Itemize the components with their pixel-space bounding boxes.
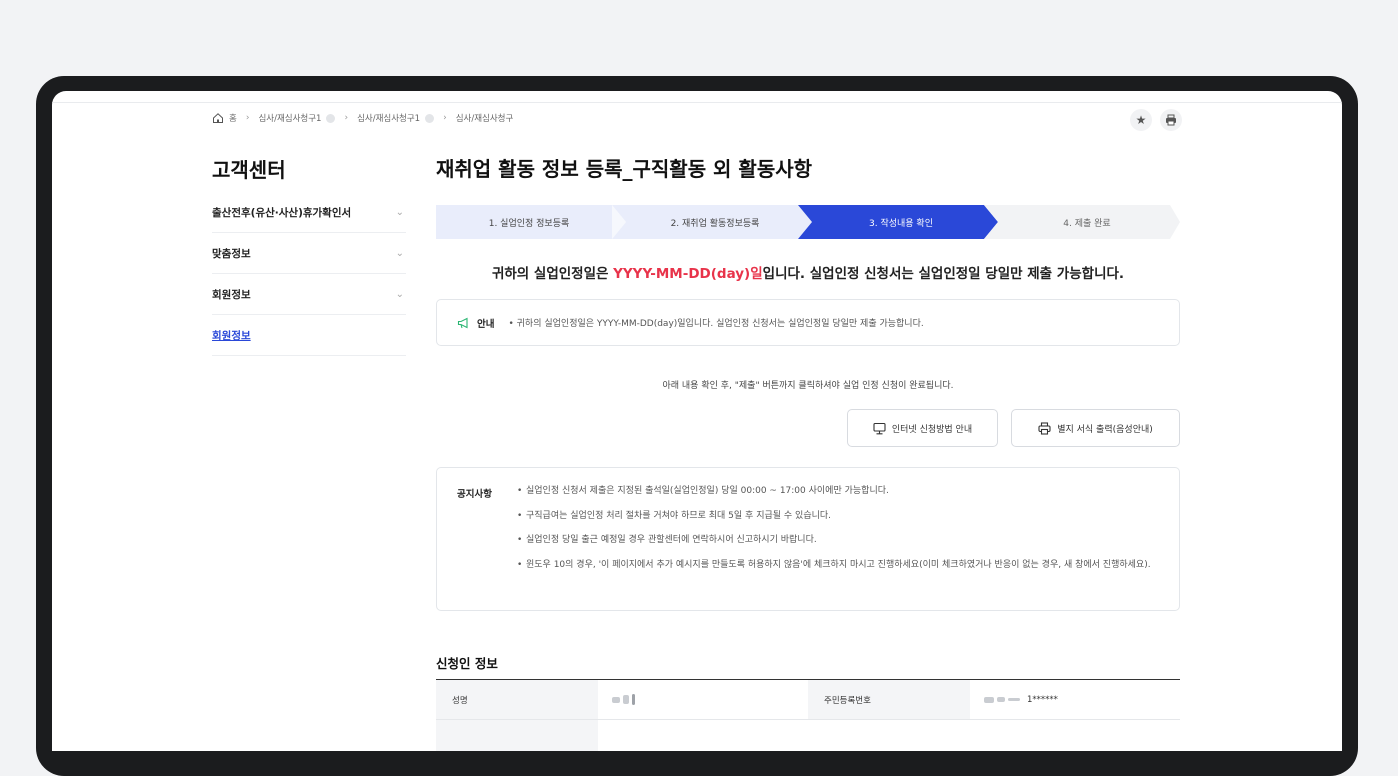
- info-notice-box: 안내 • 귀하의 실업인정일은 YYYY-MM-DD(day)일입니다. 실업인…: [436, 299, 1180, 346]
- chevron-down-icon: ⌄: [395, 288, 404, 300]
- name-value-redacted: [598, 680, 808, 719]
- sidebar-title: 고객센터: [212, 158, 286, 182]
- announcement-item: 실업인정 당일 출근 예정일 경우 관할센터에 연락하시어 신고하시기 바랍니다…: [517, 534, 1157, 547]
- home-icon: [213, 113, 223, 123]
- announcement-item: 구직급여는 실업인정 처리 절차를 거쳐야 하므로 최대 5일 후 지급될 수 …: [517, 510, 1157, 523]
- announcement-box: 공지사항 실업인정 신청서 제출은 지정된 출석일(실업인정일) 당일 00:0…: [436, 467, 1180, 611]
- rrn-label: 주민등록번호: [808, 680, 970, 719]
- page-title: 재취업 활동 정보 등록_구직활동 외 활동사항: [436, 157, 813, 181]
- megaphone-icon: [457, 317, 468, 328]
- print-form-button[interactable]: 별지 서식 출력(음성안내): [1011, 409, 1180, 447]
- sidebar-item-leave-confirmation[interactable]: 출산전후(유산·사산)휴가확인서 ⌄: [212, 192, 406, 233]
- redacted-mark: [997, 697, 1005, 702]
- sidebar-menu: 출산전후(유산·사산)휴가확인서 ⌄ 맞춤정보 ⌄ 회원정보 ⌄ 회원정보: [212, 192, 406, 356]
- dropdown-dot-icon[interactable]: [326, 113, 336, 123]
- monitor-icon: [873, 422, 886, 434]
- redacted-mark: [612, 696, 620, 703]
- chevron-right-icon: ›: [443, 113, 447, 123]
- star-icon[interactable]: ★: [1130, 109, 1152, 131]
- chevron-down-icon: ⌄: [395, 247, 404, 259]
- redacted-mark: [1008, 698, 1020, 701]
- announcement-list: 실업인정 신청서 제출은 지정된 출석일(실업인정일) 당일 00:00 ~ 1…: [517, 485, 1157, 583]
- certification-date: YYYY-MM-DD(day)일: [613, 266, 763, 282]
- chevron-right-icon: ›: [344, 113, 349, 123]
- progress-steps: 1. 실업인정 정보등록 2. 재취업 활동정보등록 3. 작성내용 확인 4.…: [436, 205, 1180, 239]
- browser-screen: 홈 › 심사/재심사청구1 › 심사/재심사청구1 › 심사/재심사청구 ★ 고…: [52, 91, 1342, 751]
- chevron-right-icon: ›: [245, 113, 250, 123]
- dropdown-dot-icon[interactable]: [425, 113, 435, 123]
- announcement-label: 공지사항: [457, 489, 492, 500]
- step-3-current: 3. 작성내용 확인: [869, 218, 933, 229]
- internet-guide-button[interactable]: 인터넷 신청방법 안내: [847, 409, 998, 447]
- redacted-mark: [623, 695, 629, 704]
- step-4: 4. 제출 완료: [1063, 218, 1111, 229]
- step-2: 2. 재취업 활동정보등록: [670, 218, 760, 229]
- redacted-mark: [632, 694, 635, 705]
- applicant-info-table: 성명 주민등록번호 1******: [436, 679, 1180, 751]
- chevron-down-icon: ⌄: [395, 206, 404, 218]
- table-row: 성명 주민등록번호 1******: [436, 680, 1180, 720]
- printer-icon: [1038, 421, 1051, 435]
- top-divider: [52, 102, 1342, 103]
- page-tools: ★: [1130, 109, 1182, 131]
- notice-label: 안내: [477, 318, 495, 330]
- breadcrumb-item[interactable]: 심사/재심사청구1: [357, 112, 435, 124]
- breadcrumb-home[interactable]: 홈: [212, 112, 237, 124]
- breadcrumb: 홈 › 심사/재심사청구1 › 심사/재심사청구1 › 심사/재심사청구: [212, 112, 513, 124]
- certification-date-message: 귀하의 실업인정일은 YYYY-MM-DD(day)일입니다. 실업인정 신청서…: [491, 266, 1125, 282]
- announcement-item: 실업인정 신청서 제출은 지정된 출석일(실업인정일) 당일 00:00 ~ 1…: [517, 485, 1157, 498]
- notice-text: • 귀하의 실업인정일은 YYYY-MM-DD(day)일입니다. 실업인정 신…: [508, 319, 924, 329]
- sidebar-item-member-info[interactable]: 회원정보 ⌄: [212, 274, 406, 315]
- redacted-mark: [984, 696, 994, 703]
- name-label: 성명: [436, 680, 598, 719]
- breadcrumb-current: 심사/재심사청구: [455, 114, 514, 124]
- breadcrumb-item[interactable]: 심사/재심사청구1: [258, 112, 336, 124]
- sidebar-item-custom-info[interactable]: 맞춤정보 ⌄: [212, 233, 406, 274]
- announcement-item: 윈도우 10의 경우, '이 페이지에서 추가 예시지를 만들도록 허용하지 않…: [517, 559, 1157, 572]
- applicant-section-title: 신청인 정보: [436, 656, 498, 671]
- submit-guide-text: 아래 내용 확인 후, "제출" 버튼까지 클릭하셔야 실업 인정 신청이 완료…: [662, 381, 954, 391]
- printer-glyph: [1166, 114, 1176, 126]
- rrn-value: 1******: [970, 680, 1180, 719]
- step-1: 1. 실업인정 정보등록: [488, 218, 570, 229]
- print-icon[interactable]: [1160, 109, 1182, 131]
- sidebar-item-member-info-active[interactable]: 회원정보: [212, 315, 406, 356]
